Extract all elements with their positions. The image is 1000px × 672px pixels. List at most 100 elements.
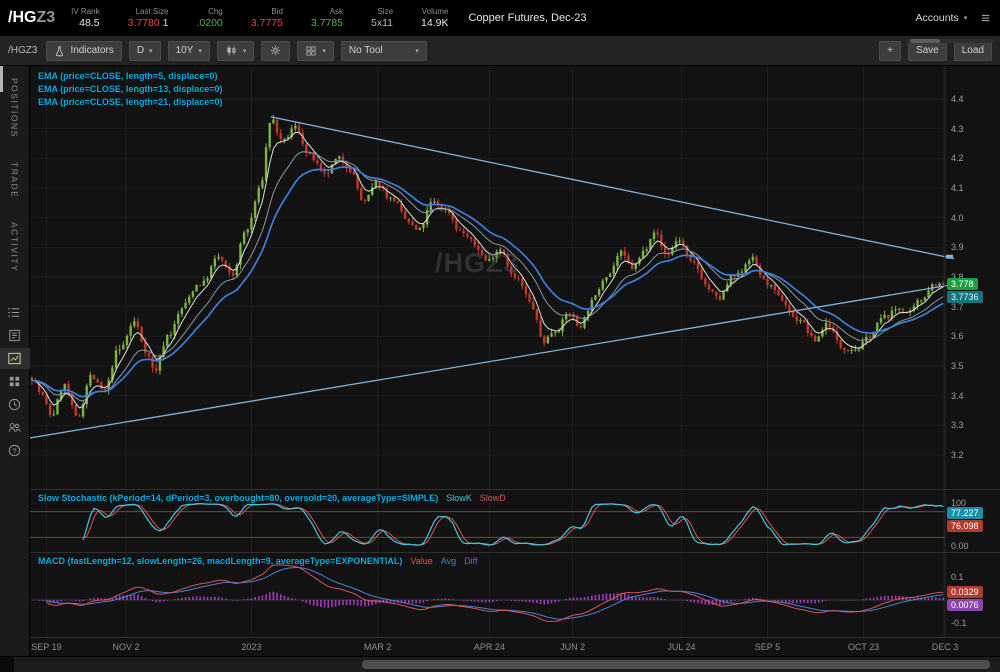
horizontal-scrollbar[interactable] — [0, 656, 1000, 672]
sidebar-scrollbar-thumb[interactable] — [0, 66, 3, 92]
contract-description: Copper Futures, Dec-23 — [468, 12, 586, 24]
ema-label: EMA (price=CLOSE, length=21, displace=0) — [38, 97, 222, 107]
clock-icon[interactable] — [0, 394, 30, 415]
ema-label: EMA (price=CLOSE, length=5, displace=0) — [38, 71, 222, 81]
chart-style-dropdown[interactable]: ▾ — [217, 41, 255, 61]
ema-study-labels: EMA (price=CLOSE, length=5, displace=0) E… — [38, 71, 222, 107]
grid-layout-dropdown[interactable]: ▾ — [297, 41, 334, 61]
menu-list-icon[interactable] — [0, 302, 30, 323]
stochastic-pane[interactable]: Slow Stochastic (kPeriod=14, dPeriod=3, … — [30, 489, 1000, 552]
price-axis-tick: 3.9 — [951, 242, 964, 252]
candlestick-style-icon — [225, 44, 238, 57]
chart-area: EMA (price=CLOSE, length=5, displace=0) E… — [30, 66, 1000, 656]
price-axis-tick: 4.4 — [951, 94, 964, 104]
price-axis-tick: 3.2 — [951, 450, 964, 460]
chart-toolbar: /HGZ3 Indicators D ▾ 10Y ▾ ▾ ▾ No Tool ▾ — [0, 36, 1000, 66]
indicators-button[interactable]: Indicators — [46, 41, 121, 61]
header-field-value: 14.9K — [421, 17, 448, 29]
header-field-label: Bid — [271, 7, 283, 16]
quote-fields: IV Rank48.5Last Size3.7780 1Chg.0200Bid3… — [71, 7, 448, 29]
sidebar-tab-positions[interactable]: POSITIONS — [10, 78, 20, 138]
price-axis-tick: 3.7 — [951, 302, 964, 312]
header-field-iv-rank: IV Rank48.5 — [71, 7, 99, 29]
horizontal-scrollbar-thumb[interactable] — [362, 660, 990, 669]
grid-layout-icon — [305, 45, 317, 57]
macd-axis-tick: 0.1 — [951, 572, 964, 582]
price-badge: 3.778 — [947, 278, 978, 290]
time-label: NOV 2 — [113, 642, 140, 652]
indicators-label: Indicators — [70, 45, 113, 56]
chevron-down-icon: ▾ — [964, 14, 968, 22]
header-field-value: .0200 — [196, 17, 222, 29]
chevron-down-icon: ▾ — [149, 47, 153, 55]
header-field-value: 3.7775 — [251, 17, 283, 29]
field-value-extra: 1 — [160, 17, 169, 29]
top-right-scrollbar-thumb[interactable] — [910, 39, 940, 43]
header-field-value: 3.7785 — [311, 17, 343, 29]
time-axis: SEP 19NOV 22023MAR 2APR 24JUN 2JUL 24SEP… — [30, 637, 1000, 656]
field-value: 3.7780 — [128, 17, 160, 29]
legend-slowk: SlowK — [446, 493, 472, 503]
time-label: DEC 3 — [932, 642, 959, 652]
chart-watermark: /HGZ3 — [435, 248, 520, 279]
header-field-chg: Chg.0200 — [196, 7, 222, 29]
save-button[interactable]: Save — [908, 41, 947, 61]
symbol-root: /HG — [8, 9, 36, 26]
trading-platform-window: /HGZ3 IV Rank48.5Last Size3.7780 1Chg.02… — [0, 0, 1000, 672]
time-label: OCT 23 — [848, 642, 879, 652]
stochastic-label: Slow Stochastic (kPeriod=14, dPeriod=3, … — [38, 493, 438, 503]
macd-label: MACD (fastLength=12, slowLength=26, macd… — [38, 556, 402, 566]
menu-icon[interactable]: ≡ — [981, 10, 990, 27]
accounts-label: Accounts — [916, 12, 959, 24]
price-axis-tick: 3.3 — [951, 420, 964, 430]
header-field-label: Ask — [330, 7, 343, 16]
legend-diff: Diff — [464, 556, 477, 566]
header-field-label: Chg — [208, 7, 223, 16]
add-chart-button[interactable]: + — [879, 41, 901, 61]
flask-icon — [54, 45, 65, 57]
field-value: 14.9K — [421, 17, 448, 29]
time-label: MAR 2 — [364, 642, 392, 652]
help-icon[interactable]: ? — [0, 440, 30, 461]
orders-icon[interactable] — [0, 325, 30, 346]
drawing-tool-value: No Tool — [349, 45, 383, 56]
legend-slowd: SlowD — [480, 493, 506, 503]
header-field-size: Size5x11 — [371, 7, 393, 29]
chart-icon[interactable] — [0, 348, 30, 369]
symbol-month-code: Z3 — [36, 9, 55, 26]
sidebar-tab-trade[interactable]: TRADE — [10, 162, 20, 198]
chevron-down-icon: ▾ — [415, 47, 419, 55]
legend-value: Value — [410, 556, 432, 566]
ema-label: EMA (price=CLOSE, length=13, displace=0) — [38, 84, 222, 94]
chart-settings-button[interactable] — [261, 41, 290, 61]
time-label: SEP 19 — [31, 642, 61, 652]
stochastic-legend: Slow Stochastic (kPeriod=14, dPeriod=3, … — [38, 493, 506, 503]
header-field-label: Size — [377, 7, 393, 16]
chart-symbol-label: /HGZ3 — [8, 45, 37, 56]
apps-grid-icon[interactable] — [0, 371, 30, 392]
price-axis-tick: 4.3 — [951, 124, 964, 134]
macd-badge: 0.0329 — [947, 586, 983, 598]
load-button[interactable]: Load — [954, 41, 992, 61]
price-axis-tick: 3.6 — [951, 331, 964, 341]
timeframe-dropdown[interactable]: D ▾ — [129, 41, 161, 61]
drawing-tool-dropdown[interactable]: No Tool ▾ — [341, 41, 427, 61]
field-value: 3.7775 — [251, 17, 283, 29]
accounts-dropdown[interactable]: Accounts ▾ — [916, 12, 968, 24]
top-right-scrollbar[interactable] — [906, 39, 994, 43]
sidebar-tab-activity[interactable]: ACTIVITY — [10, 222, 20, 272]
time-label: 2023 — [241, 642, 261, 652]
macd-legend: MACD (fastLength=12, slowLength=26, macd… — [38, 556, 477, 566]
stochastic-badge: 77.227 — [947, 507, 983, 519]
price-pane[interactable]: EMA (price=CLOSE, length=5, displace=0) E… — [30, 66, 1000, 489]
field-value: .0200 — [196, 17, 222, 29]
macd-pane[interactable]: MACD (fastLength=12, slowLength=26, macd… — [30, 552, 1000, 637]
stochastic-axis-tick: 0.00 — [951, 541, 969, 551]
price-axis-tick: 3.4 — [951, 391, 964, 401]
header-field-ask: Ask3.7785 — [311, 7, 343, 29]
chevron-down-icon: ▾ — [243, 47, 247, 55]
range-dropdown[interactable]: 10Y ▾ — [168, 41, 210, 61]
range-value: 10Y — [176, 45, 194, 56]
community-icon[interactable] — [0, 417, 30, 438]
price-axis-tick: 4.2 — [951, 153, 964, 163]
